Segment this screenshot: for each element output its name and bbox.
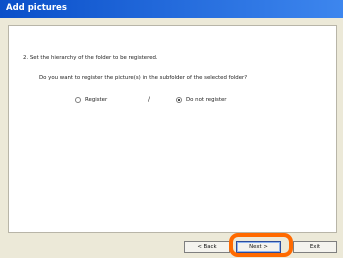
window-title: Add pictures xyxy=(6,3,67,13)
register-label: Register xyxy=(85,97,108,103)
subfolder-question: Do you want to register the picture(s) i… xyxy=(39,75,248,81)
step-instruction: 2. Set the hierarchy of the folder to be… xyxy=(23,55,158,61)
do-not-register-label: Do not register xyxy=(186,97,227,103)
title-bar: Add pictures xyxy=(0,0,343,18)
option-separator: / xyxy=(148,96,151,103)
exit-button[interactable]: Exit xyxy=(293,241,337,253)
radio-unchecked-icon xyxy=(75,97,81,103)
next-button[interactable]: Next > xyxy=(236,241,281,253)
back-button[interactable]: < Back xyxy=(184,241,230,253)
radio-checked-icon xyxy=(176,97,182,103)
register-radio[interactable]: Register xyxy=(75,95,107,105)
do-not-register-radio[interactable]: Do not register xyxy=(176,95,227,105)
